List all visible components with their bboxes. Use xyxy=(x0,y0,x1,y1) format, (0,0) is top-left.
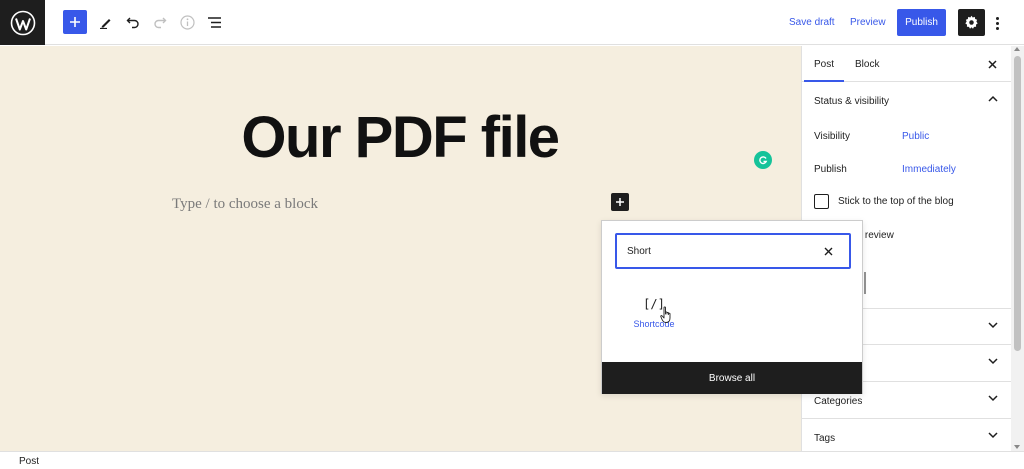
plus-icon xyxy=(616,198,624,206)
breadcrumb-post[interactable]: Post xyxy=(19,456,39,467)
block-result-label: Shortcode xyxy=(633,319,675,329)
block-placeholder[interactable]: Type / to choose a block xyxy=(172,196,318,213)
chevron-up-icon xyxy=(988,95,998,102)
redo-button[interactable] xyxy=(148,10,172,34)
panel-tags[interactable]: Tags xyxy=(802,419,1011,451)
undo-button[interactable] xyxy=(121,10,145,34)
publish-label: Publish xyxy=(814,164,847,175)
sidebar-scrollbar[interactable] xyxy=(1011,46,1024,451)
publish-button[interactable]: Publish xyxy=(897,9,946,36)
details-button[interactable] xyxy=(175,10,199,34)
tools-button[interactable] xyxy=(94,10,118,34)
chevron-down-icon xyxy=(988,322,998,329)
panel-title: Status & visibility xyxy=(814,96,890,107)
more-vertical-icon xyxy=(995,16,999,20)
scroll-down-arrow[interactable] xyxy=(1014,445,1020,449)
list-view-icon xyxy=(207,16,221,28)
grammarly-icon[interactable] xyxy=(754,151,772,169)
chevron-down-icon xyxy=(988,358,998,365)
wordpress-logo-icon[interactable] xyxy=(0,0,45,45)
options-button[interactable] xyxy=(991,12,1003,34)
list-view-button[interactable] xyxy=(202,10,226,34)
stick-to-top-label: Stick to the top of the blog xyxy=(838,196,954,207)
hand-cursor-icon xyxy=(660,306,671,323)
chevron-down-icon xyxy=(988,395,998,402)
block-search-input[interactable] xyxy=(627,243,807,259)
panel-title: Categories xyxy=(814,396,863,407)
tab-block[interactable]: Block xyxy=(855,59,879,70)
settings-button[interactable] xyxy=(958,9,985,36)
undo-icon xyxy=(126,17,139,29)
panel-title: Tags xyxy=(814,433,836,444)
visibility-toggle[interactable]: Public xyxy=(902,131,929,142)
browse-all-button[interactable]: Browse all xyxy=(602,362,862,394)
pencil-icon xyxy=(100,19,111,29)
shortcode-icon: [/] xyxy=(643,297,665,311)
plus-icon xyxy=(70,17,80,27)
scrollbar-thumb[interactable] xyxy=(1014,56,1021,351)
visibility-label: Visibility xyxy=(814,131,850,142)
inline-add-block-button[interactable] xyxy=(611,193,629,211)
sidebar-tabs: Post Block xyxy=(802,46,1011,82)
partially-hidden-button xyxy=(864,272,866,294)
clear-search-button[interactable] xyxy=(821,244,835,258)
stick-to-top-checkbox[interactable] xyxy=(814,194,829,209)
publish-date-toggle[interactable]: Immediately xyxy=(902,164,956,175)
info-icon xyxy=(179,14,195,30)
block-search-box xyxy=(615,233,851,269)
block-inserter-popover: [/] Shortcode Browse all xyxy=(601,220,863,394)
chevron-down-icon xyxy=(988,432,998,439)
add-block-button[interactable] xyxy=(63,10,87,34)
block-breadcrumb-bar: Post xyxy=(0,451,1024,469)
panel-status-visibility[interactable]: Status & visibility xyxy=(802,82,1011,119)
save-draft-button[interactable]: Save draft xyxy=(789,17,835,28)
close-sidebar-button[interactable] xyxy=(985,57,999,71)
scroll-up-arrow[interactable] xyxy=(1014,47,1020,51)
preview-button[interactable]: Preview xyxy=(850,17,886,28)
tab-post[interactable]: Post xyxy=(803,59,845,82)
close-icon xyxy=(987,59,997,69)
editor-header: Save draft Preview Publish xyxy=(0,0,1024,45)
block-result-shortcode[interactable]: [/] Shortcode xyxy=(624,293,684,343)
post-title[interactable]: Our PDF file xyxy=(200,104,600,171)
redo-icon xyxy=(154,17,167,29)
gear-icon xyxy=(965,15,978,29)
close-icon xyxy=(824,247,832,255)
